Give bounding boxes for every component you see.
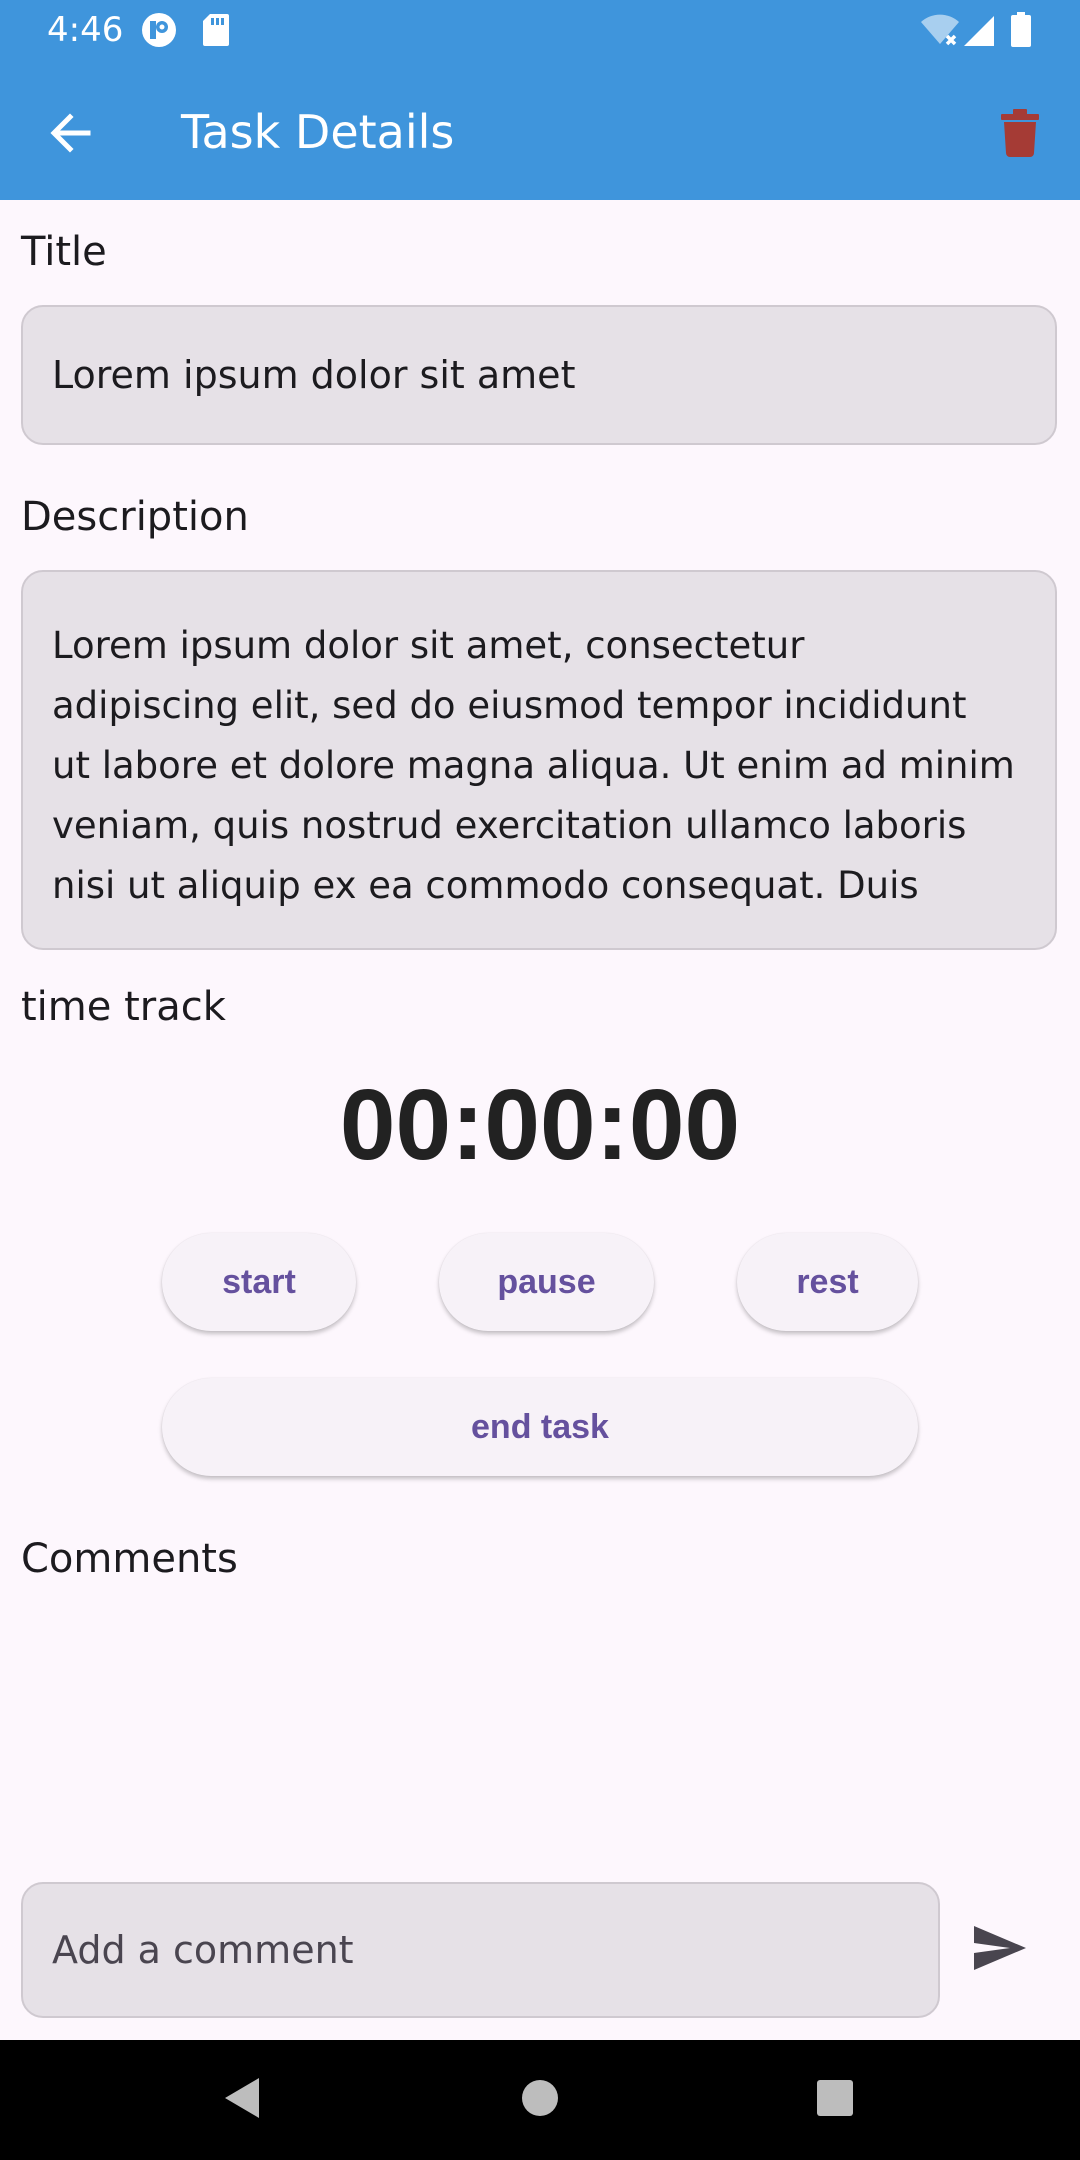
nav-home-button[interactable] (500, 2060, 580, 2140)
delete-task-button[interactable] (980, 95, 1060, 175)
title-value: Lorem ipsum dolor sit amet (52, 353, 576, 397)
start-button[interactable]: start (162, 1233, 356, 1331)
description-field[interactable]: Lorem ipsum dolor sit amet, consectetur … (21, 570, 1057, 950)
send-icon (972, 1924, 1028, 1976)
rest-button[interactable]: rest (737, 1233, 918, 1331)
battery-icon (1010, 12, 1032, 48)
timer-display: 00:00:00 (339, 1069, 741, 1181)
arrow-back-icon (48, 111, 92, 159)
nav-back-button[interactable] (201, 2060, 281, 2140)
comments-label: Comments (21, 1536, 238, 1582)
send-comment-button[interactable] (960, 1910, 1040, 1990)
app-bar: Task Details (0, 60, 1080, 200)
description-value: Lorem ipsum dolor sit amet, consectetur … (52, 624, 1015, 907)
title-field[interactable]: Lorem ipsum dolor sit amet (21, 305, 1057, 445)
end-task-button[interactable]: end task (162, 1378, 918, 1476)
back-button[interactable] (30, 95, 110, 175)
wifi-off-icon (920, 12, 960, 48)
status-bar: 4:46 (0, 0, 1080, 60)
home-circle-icon (520, 2078, 560, 2122)
trash-icon (1001, 109, 1039, 161)
description-label: Description (21, 494, 249, 540)
time-track-label: time track (21, 984, 226, 1030)
system-nav-bar (0, 2040, 1080, 2160)
sd-card-icon (202, 12, 230, 48)
task-details-screen: 4:46 Task Details Title Lorem ipsum dolo… (0, 0, 1080, 2160)
title-label: Title (21, 229, 107, 275)
page-title: Task Details (181, 105, 455, 159)
signal-icon (962, 12, 996, 48)
back-triangle-icon (221, 2076, 261, 2124)
nav-recents-button[interactable] (795, 2060, 875, 2140)
status-time: 4:46 (47, 10, 124, 50)
pause-button[interactable]: pause (439, 1233, 654, 1331)
recents-square-icon (815, 2078, 855, 2122)
comment-input[interactable] (21, 1882, 940, 2018)
p-badge-icon (141, 12, 177, 48)
